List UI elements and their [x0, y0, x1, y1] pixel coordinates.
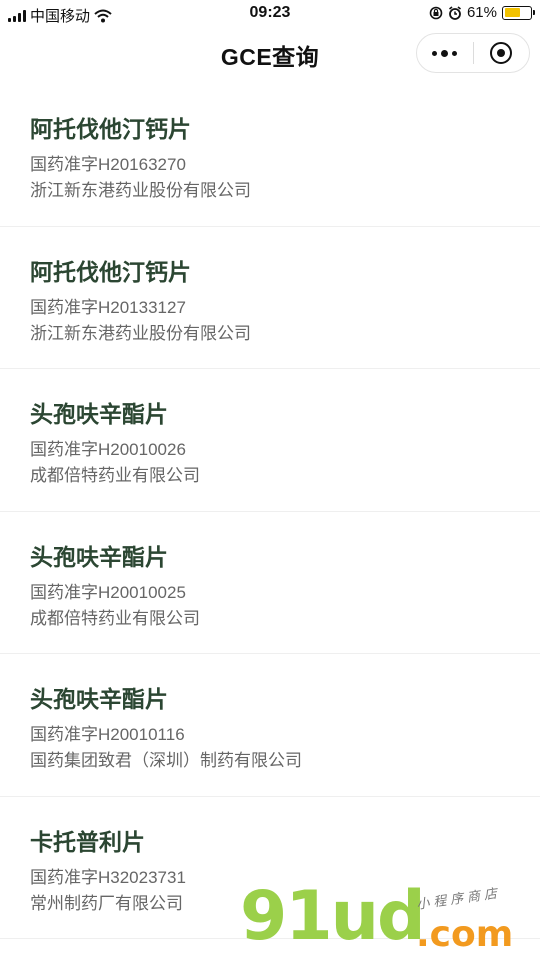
drug-name: 头孢呋辛酯片: [30, 401, 168, 427]
manufacturer: 常州制药厂有限公司: [30, 893, 183, 913]
nav-bar: GCE查询: [0, 28, 540, 78]
mini-program-capsule: [416, 33, 530, 73]
alarm-icon: [448, 5, 461, 20]
approval-number: 国药准字H20163270: [30, 155, 186, 174]
drug-name: 头孢呋辛酯片: [30, 686, 168, 712]
drug-name: 阿托伐他汀钙片: [30, 116, 191, 142]
drug-name: 头孢呋辛酯片: [30, 543, 168, 570]
list-item[interactable]: 头孢呋辛酯片 国药准字H20010026 成都倍特药业有限公司: [0, 369, 540, 512]
status-right: 61%: [429, 4, 535, 21]
manufacturer: 浙江新东港药业股份有限公司: [30, 323, 251, 343]
approval-number: 国药准字H20010116: [30, 725, 185, 744]
status-bar: 中国移动 09:23 61%: [0, 0, 540, 28]
manufacturer: 成都倍特药业有限公司: [30, 466, 200, 485]
watermark-main: 91ud: [240, 877, 426, 956]
approval-number: 国药准字H20133127: [30, 297, 186, 317]
list-item[interactable]: 头孢呋辛酯片 国药准字H20010025 成都倍特药业有限公司: [0, 512, 540, 654]
more-dots-icon[interactable]: [417, 34, 473, 72]
lock-rotation-icon: [429, 6, 443, 19]
battery-percent: 61%: [466, 4, 497, 21]
record-circle-icon[interactable]: [473, 34, 529, 72]
list-item[interactable]: 头孢呋辛酯片 国药准字H20010116 国药集团致君（深圳）制药有限公司: [0, 654, 540, 797]
approval-number: 国药准字H20010025: [30, 582, 186, 602]
drug-name: 阿托伐他汀钙片: [30, 258, 191, 285]
watermark-suffix: .com: [416, 914, 514, 955]
manufacturer: 成都倍特药业有限公司: [30, 608, 200, 628]
list-item[interactable]: 阿托伐他汀钙片 国药准字H20163270 浙江新东港药业股份有限公司: [0, 84, 540, 227]
drug-list: 阿托伐他汀钙片 国药准字H20163270 浙江新东港药业股份有限公司 阿托伐他…: [0, 84, 540, 939]
watermark-logo: 91ud 小程序商店 .com: [240, 880, 540, 960]
manufacturer: 国药集团致君（深圳）制药有限公司: [30, 751, 302, 770]
battery-fill: [504, 8, 520, 17]
approval-number: 国药准字H32023731: [30, 867, 186, 887]
list-item[interactable]: 阿托伐他汀钙片 国药准字H20133127 浙江新东港药业股份有限公司: [0, 227, 540, 369]
watermark-tag: 小程序商店: [415, 885, 502, 912]
approval-number: 国药准字H20010026: [30, 440, 186, 459]
drug-name: 卡托普利片: [30, 828, 145, 855]
battery-icon: [502, 5, 535, 20]
manufacturer: 浙江新东港药业股份有限公司: [30, 181, 251, 200]
